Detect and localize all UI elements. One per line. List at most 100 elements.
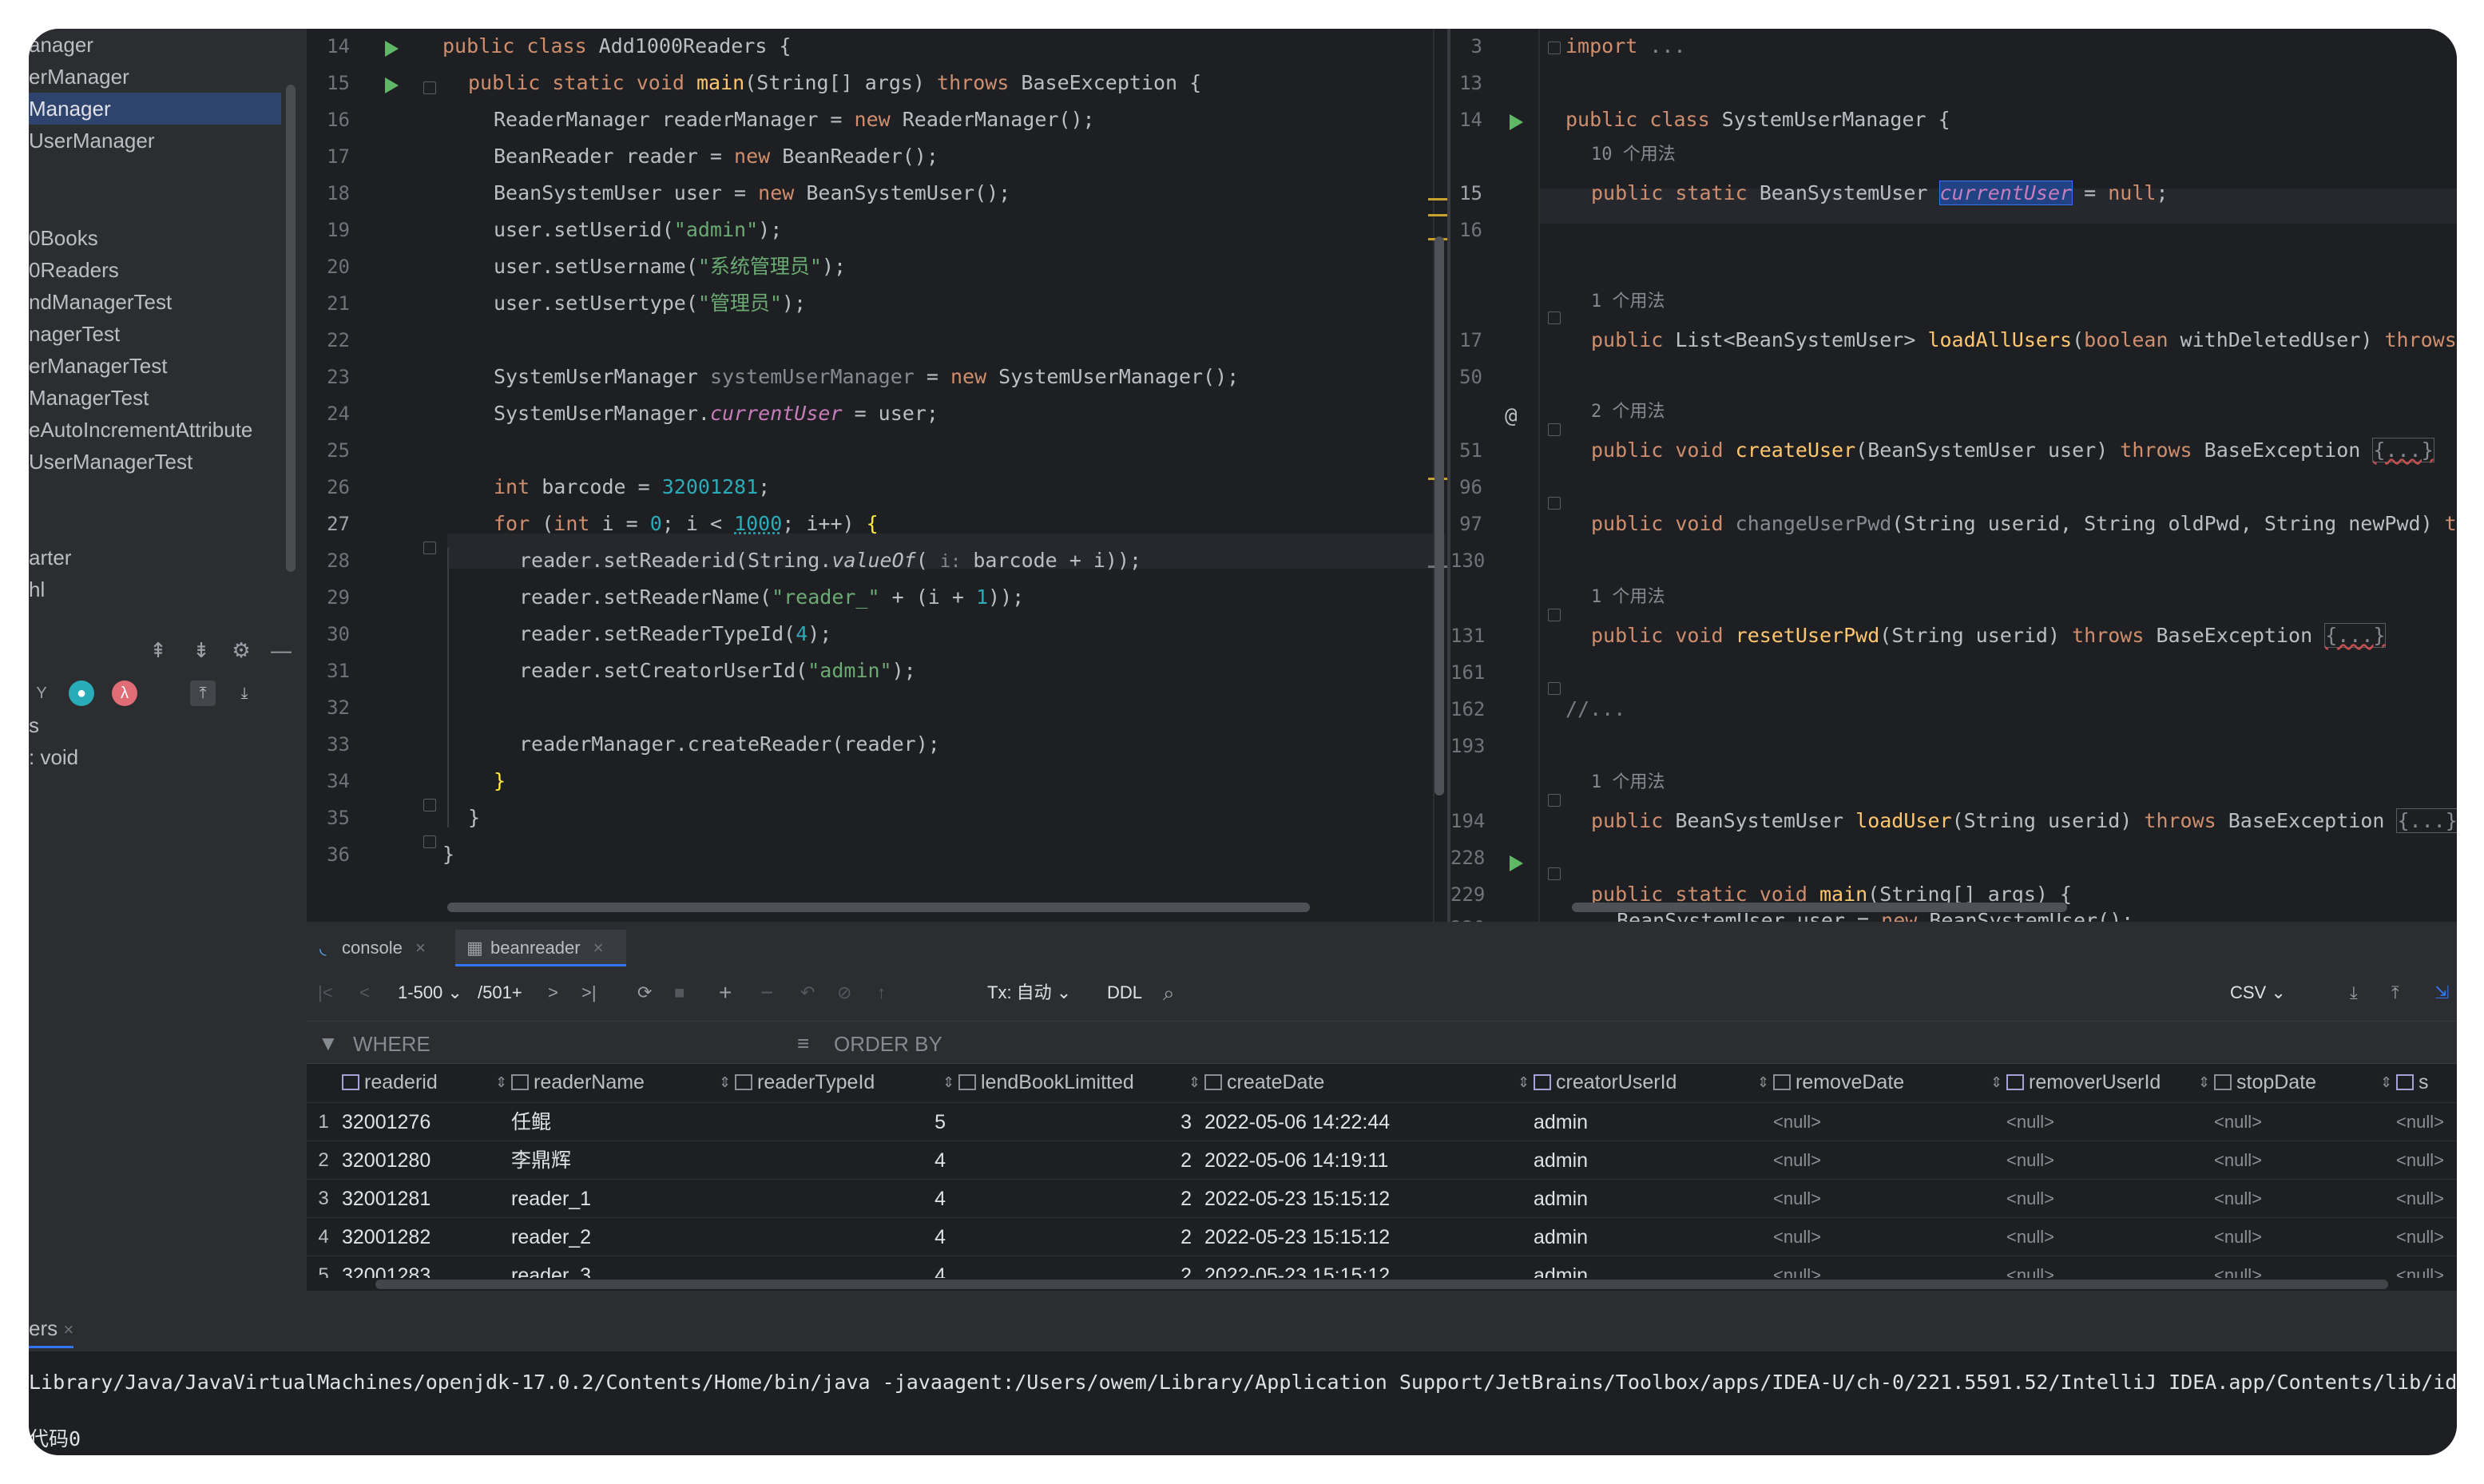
- stop-icon[interactable]: ■: [674, 981, 684, 1005]
- cell-s[interactable]: <null>: [2396, 1256, 2444, 1278]
- tx-mode-select[interactable]: Tx: 自动 ⌄: [987, 981, 1071, 1005]
- cell-readerName[interactable]: reader_3: [511, 1256, 591, 1278]
- cell-readerTypeId[interactable]: 4: [735, 1218, 946, 1256]
- cell-creatorUserId[interactable]: admin: [1534, 1218, 1588, 1256]
- cell-creatorUserId[interactable]: admin: [1534, 1103, 1588, 1141]
- cell-creatorUserId[interactable]: admin: [1534, 1256, 1588, 1278]
- cell-createDate[interactable]: 2022-05-23 15:15:12: [1204, 1256, 1390, 1278]
- cell-removerUserId[interactable]: <null>: [2006, 1103, 2054, 1141]
- next-page-icon[interactable]: >: [548, 981, 558, 1005]
- table-row[interactable]: 4 32001282 reader_2 4 2 2022-05-23 15:15:12 ad…: [307, 1217, 2457, 1256]
- submit-icon[interactable]: ↑: [877, 981, 886, 1005]
- tree-item[interactable]: UserManager: [29, 125, 155, 157]
- cell-removerUserId[interactable]: <null>: [2006, 1218, 2054, 1256]
- tab-beanreader[interactable]: ▦ beanreader ×: [455, 930, 626, 966]
- last-page-icon[interactable]: >|: [581, 981, 597, 1005]
- tree-item[interactable]: UserManagerTest: [29, 446, 192, 478]
- override-icon[interactable]: @: [1505, 404, 1518, 428]
- tree-item[interactable]: erManager: [29, 61, 129, 93]
- cell-readerid[interactable]: 32001283: [342, 1256, 431, 1278]
- fold-icon[interactable]: [1548, 311, 1561, 324]
- cell-removeDate[interactable]: <null>: [1773, 1103, 1821, 1141]
- cell-readerName[interactable]: 任鲲: [511, 1103, 551, 1141]
- table-row[interactable]: 5 32001283 reader_3 4 2 2022-05-23 15:15:12 ad…: [307, 1256, 2457, 1278]
- tree-item[interactable]: arter: [29, 542, 71, 573]
- close-icon[interactable]: ×: [415, 938, 426, 958]
- search-icon[interactable]: ⌕: [1163, 981, 1175, 1005]
- tree-item[interactable]: ManagerTest: [29, 382, 149, 414]
- cell-createDate[interactable]: 2022-05-06 14:19:11: [1204, 1141, 1388, 1180]
- cell-readerName[interactable]: 李鼎辉: [511, 1141, 571, 1180]
- fold-icon[interactable]: [423, 81, 436, 94]
- cell-removeDate[interactable]: <null>: [1773, 1180, 1821, 1218]
- cell-s[interactable]: <null>: [2396, 1180, 2444, 1218]
- tree-item[interactable]: nagerTest: [29, 318, 120, 350]
- right-editor-hscroll[interactable]: [1572, 903, 2067, 912]
- first-page-icon[interactable]: |<: [318, 981, 333, 1005]
- usage-hint[interactable]: 1 个用法: [1591, 578, 1665, 613]
- table-row[interactable]: 3 32001281 reader_1 4 2 2022-05-23 15:15:12 ad…: [307, 1179, 2457, 1217]
- cell-createDate[interactable]: 2022-05-23 15:15:12: [1204, 1180, 1390, 1218]
- table-row[interactable]: 2 32001280 李鼎辉 4 2 2022-05-06 14:19:11 admin <n…: [307, 1141, 2457, 1179]
- cell-readerTypeId[interactable]: 5: [735, 1103, 946, 1141]
- close-icon[interactable]: ×: [63, 1319, 73, 1339]
- tree-item[interactable]: eAutoIncrementAttribute: [29, 414, 252, 446]
- cell-stopDate[interactable]: <null>: [2214, 1103, 2262, 1141]
- total-count[interactable]: /501+: [478, 981, 522, 1005]
- fold-icon[interactable]: [423, 835, 436, 848]
- upload-icon[interactable]: ⤒: [2391, 981, 2399, 1005]
- cell-readerTypeId[interactable]: 4: [735, 1141, 946, 1180]
- cell-readerid[interactable]: 32001281: [342, 1180, 431, 1218]
- cell-removerUserId[interactable]: <null>: [2006, 1256, 2054, 1278]
- scroll-to-source-icon[interactable]: ⤓: [232, 680, 257, 706]
- expand-all-icon[interactable]: ⇞: [145, 637, 171, 663]
- cell-lendBookLimitted[interactable]: 3: [958, 1103, 1192, 1141]
- tab-console[interactable]: ◟ console ×: [307, 930, 454, 966]
- fold-icon[interactable]: [1548, 497, 1561, 510]
- tree-item[interactable]: erManagerTest: [29, 350, 167, 382]
- tree-item[interactable]: ndManagerTest: [29, 286, 172, 318]
- run-class-icon[interactable]: [1510, 114, 1523, 130]
- inherited-icon[interactable]: Y: [29, 680, 54, 706]
- right-editor[interactable]: 3 13 14 15 16 17 50 51 96 97 130 131 161 162 193 194 228…: [1450, 29, 2457, 939]
- cell-readerid[interactable]: 32001276: [342, 1103, 431, 1141]
- cell-createDate[interactable]: 2022-05-06 14:22:44: [1204, 1103, 1390, 1141]
- cell-s[interactable]: <null>: [2396, 1218, 2444, 1256]
- tree-item[interactable]: Manager: [29, 93, 281, 125]
- delete-row-icon[interactable]: −: [760, 981, 773, 1005]
- close-icon[interactable]: ×: [593, 938, 604, 958]
- non-public-icon[interactable]: λ: [112, 680, 137, 706]
- cell-stopDate[interactable]: <null>: [2214, 1141, 2262, 1180]
- cell-s[interactable]: <null>: [2396, 1141, 2444, 1180]
- cell-lendBookLimitted[interactable]: 2: [958, 1218, 1192, 1256]
- scroll-from-source-icon[interactable]: ⤒: [190, 680, 216, 706]
- fold-icon[interactable]: [423, 799, 436, 811]
- cell-readerTypeId[interactable]: 4: [735, 1180, 946, 1218]
- cell-stopDate[interactable]: <null>: [2214, 1218, 2262, 1256]
- left-editor-hscroll[interactable]: [447, 903, 1310, 912]
- tree-item[interactable]: hl: [29, 573, 45, 605]
- revert-icon[interactable]: ↶: [800, 981, 815, 1005]
- add-row-icon[interactable]: +: [719, 981, 732, 1005]
- minimize-icon[interactable]: —: [268, 637, 294, 663]
- fold-icon[interactable]: [423, 542, 436, 554]
- gear-icon[interactable]: ⚙: [228, 637, 254, 663]
- tree-item[interactable]: anager: [29, 29, 93, 61]
- tree-item[interactable]: 0Readers: [29, 254, 119, 286]
- grid-hscroll[interactable]: [375, 1280, 2388, 1289]
- collapse-all-icon[interactable]: ⇟: [188, 637, 214, 663]
- run-main-icon[interactable]: [385, 77, 399, 93]
- cell-readerName[interactable]: reader_1: [511, 1180, 591, 1218]
- left-editor-vscroll[interactable]: [1434, 236, 1444, 796]
- fold-icon[interactable]: [1548, 794, 1561, 807]
- refresh-icon[interactable]: ⟳: [637, 981, 652, 1005]
- run-class-icon[interactable]: [385, 41, 399, 57]
- cell-removeDate[interactable]: <null>: [1773, 1141, 1821, 1180]
- cell-creatorUserId[interactable]: admin: [1534, 1141, 1588, 1180]
- cell-s[interactable]: <null>: [2396, 1103, 2444, 1141]
- order-by-field[interactable]: ORDER BY: [834, 1032, 942, 1057]
- export-format-select[interactable]: CSV ⌄: [2230, 981, 2286, 1005]
- usage-hint[interactable]: 2 个用法: [1591, 393, 1665, 428]
- cell-removerUserId[interactable]: <null>: [2006, 1141, 2054, 1180]
- fold-icon[interactable]: [1548, 682, 1561, 695]
